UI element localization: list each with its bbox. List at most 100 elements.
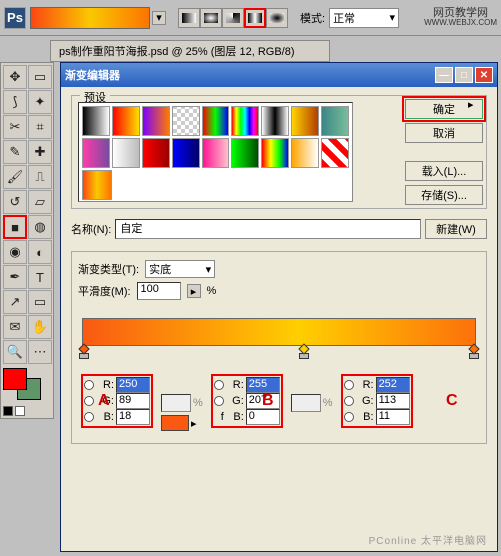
brush-tool[interactable]: 🖌 <box>3 165 27 189</box>
color-chip-a[interactable] <box>161 415 189 431</box>
preset-swatch[interactable] <box>142 106 170 136</box>
hand-tool[interactable]: ✋ <box>28 315 52 339</box>
gradient-editor-dialog: 渐变编辑器 ― □ ✕ 确定 取消 载入(L)... 存储(S)... 预设 ▸… <box>60 62 498 552</box>
dialog-titlebar[interactable]: 渐变编辑器 ― □ ✕ <box>61 63 497 87</box>
slice-tool[interactable]: ⌗ <box>28 115 52 139</box>
toolbox: ✥ ▭ ⟆ ✦ ✂ ⌗ ✎ ✚ 🖌 ⎍ ↺ ▱ ■ ◍ ◉ ◐ ✒ T ↗ ▭ … <box>0 62 54 419</box>
preset-swatch[interactable] <box>231 106 259 136</box>
angle-gradient-button[interactable] <box>222 8 244 28</box>
preset-swatch[interactable] <box>172 138 200 168</box>
preset-swatch[interactable] <box>172 106 200 136</box>
preset-swatch[interactable] <box>261 106 289 136</box>
opacity-stop-right[interactable] <box>469 307 479 319</box>
r-input-a[interactable]: 250 <box>116 377 150 393</box>
shape-tool[interactable]: ▭ <box>28 290 52 314</box>
chevron-down-icon: ▾ <box>206 263 212 276</box>
gradient-type-select[interactable]: 实底▾ <box>145 260 215 278</box>
reflected-gradient-button[interactable] <box>244 8 266 28</box>
color-stop-a[interactable] <box>79 345 89 357</box>
preset-swatch[interactable] <box>291 138 319 168</box>
linear-gradient-button[interactable] <box>178 8 200 28</box>
history-brush-tool[interactable]: ↺ <box>3 190 27 214</box>
preset-swatch[interactable] <box>321 138 349 168</box>
chevron-right-icon[interactable]: ▸ <box>191 417 197 430</box>
type-tool[interactable]: T <box>28 265 52 289</box>
lasso-tool[interactable]: ⟆ <box>3 90 27 114</box>
document-tab[interactable]: ps制作重阳节海报.psd @ 25% (图层 12, RGB/8) <box>50 40 330 62</box>
gradient-preview[interactable] <box>30 7 150 29</box>
opacity-stop-left[interactable] <box>79 307 89 319</box>
radial-gradient-button[interactable] <box>200 8 222 28</box>
stamp-tool[interactable]: ⎍ <box>28 165 52 189</box>
chevron-down-icon: ▾ <box>390 11 396 24</box>
pen-tool[interactable]: ✒ <box>3 265 27 289</box>
preset-swatch[interactable] <box>231 138 259 168</box>
maximize-button[interactable]: □ <box>455 67 473 83</box>
blend-mode-select[interactable]: 正常▾ <box>329 8 399 28</box>
close-button[interactable]: ✕ <box>475 67 493 83</box>
smoothness-input[interactable]: 100 <box>137 282 181 300</box>
color-stop-b[interactable] <box>299 345 309 357</box>
preset-swatch[interactable] <box>112 106 140 136</box>
radio-g-b[interactable] <box>214 396 224 406</box>
g-input-a[interactable]: 89 <box>116 393 150 409</box>
gradient-name-input[interactable]: 自定 <box>115 219 421 239</box>
preset-swatch[interactable] <box>112 138 140 168</box>
gradient-style-group <box>178 8 288 28</box>
extra-tool[interactable]: ⋯ <box>28 340 52 364</box>
preset-swatch[interactable] <box>261 138 289 168</box>
type-label: 渐变类型(T): <box>78 261 139 277</box>
preset-swatch[interactable] <box>82 138 110 168</box>
new-button[interactable]: 新建(W) <box>425 219 487 239</box>
crop-tool[interactable]: ✂ <box>3 115 27 139</box>
preset-swatch[interactable] <box>321 106 349 136</box>
radio-g-c[interactable] <box>344 396 354 406</box>
radio-b-a[interactable] <box>84 412 94 422</box>
minimize-button[interactable]: ― <box>435 67 453 83</box>
bucket-tool[interactable]: ◍ <box>28 215 52 239</box>
preset-swatch[interactable] <box>202 138 230 168</box>
marquee-tool[interactable]: ▭ <box>28 65 52 89</box>
diamond-gradient-button[interactable] <box>266 8 288 28</box>
preset-swatch[interactable] <box>202 106 230 136</box>
notes-tool[interactable]: ✉ <box>3 315 27 339</box>
b-input-a[interactable]: 18 <box>116 409 150 425</box>
gradient-tool[interactable]: ■ <box>3 215 27 239</box>
r-input-b[interactable]: 255 <box>246 377 280 393</box>
dodge-tool[interactable]: ◐ <box>28 240 52 264</box>
foreground-color[interactable] <box>3 368 27 390</box>
r-input-c[interactable]: 252 <box>376 377 410 393</box>
pos-input-a[interactable] <box>161 394 191 412</box>
radio-r-c[interactable] <box>344 380 354 390</box>
preset-swatch[interactable] <box>142 138 170 168</box>
path-tool[interactable]: ↗ <box>3 290 27 314</box>
preset-menu-icon[interactable]: ▸ <box>468 98 480 110</box>
wand-tool[interactable]: ✦ <box>28 90 52 114</box>
heal-tool[interactable]: ✚ <box>28 140 52 164</box>
radio-r-a[interactable] <box>84 380 94 390</box>
radio-r-b[interactable] <box>214 380 224 390</box>
gradient-edit-bar[interactable] <box>82 318 476 346</box>
preset-swatch[interactable] <box>82 106 110 136</box>
pos-input-b[interactable] <box>291 394 321 412</box>
move-tool[interactable]: ✥ <box>3 65 27 89</box>
gradient-settings-group: 渐变类型(T): 实底▾ 平滑度(M): 100 ▸ % R:250 <box>71 251 487 444</box>
color-stop-c[interactable] <box>469 345 479 357</box>
gradient-dropdown-icon[interactable]: ▾ <box>152 11 166 25</box>
b-input-b[interactable]: 0 <box>246 409 280 425</box>
smoothness-stepper[interactable]: ▸ <box>187 284 201 298</box>
zoom-tool[interactable]: 🔍 <box>3 340 27 364</box>
marker-c: C <box>446 392 458 410</box>
presets-list[interactable] <box>78 102 353 202</box>
radio-g-a[interactable] <box>84 396 94 406</box>
radio-b-c[interactable] <box>344 412 354 422</box>
eyedropper-tool[interactable]: ✎ <box>3 140 27 164</box>
b-input-c[interactable]: 11 <box>376 409 410 425</box>
ps-logo: Ps <box>4 7 26 29</box>
eraser-tool[interactable]: ▱ <box>28 190 52 214</box>
g-input-c[interactable]: 113 <box>376 393 410 409</box>
preset-swatch[interactable] <box>291 106 319 136</box>
preset-swatch[interactable] <box>82 170 112 200</box>
color-swap[interactable] <box>3 406 51 416</box>
blur-tool[interactable]: ◉ <box>3 240 27 264</box>
